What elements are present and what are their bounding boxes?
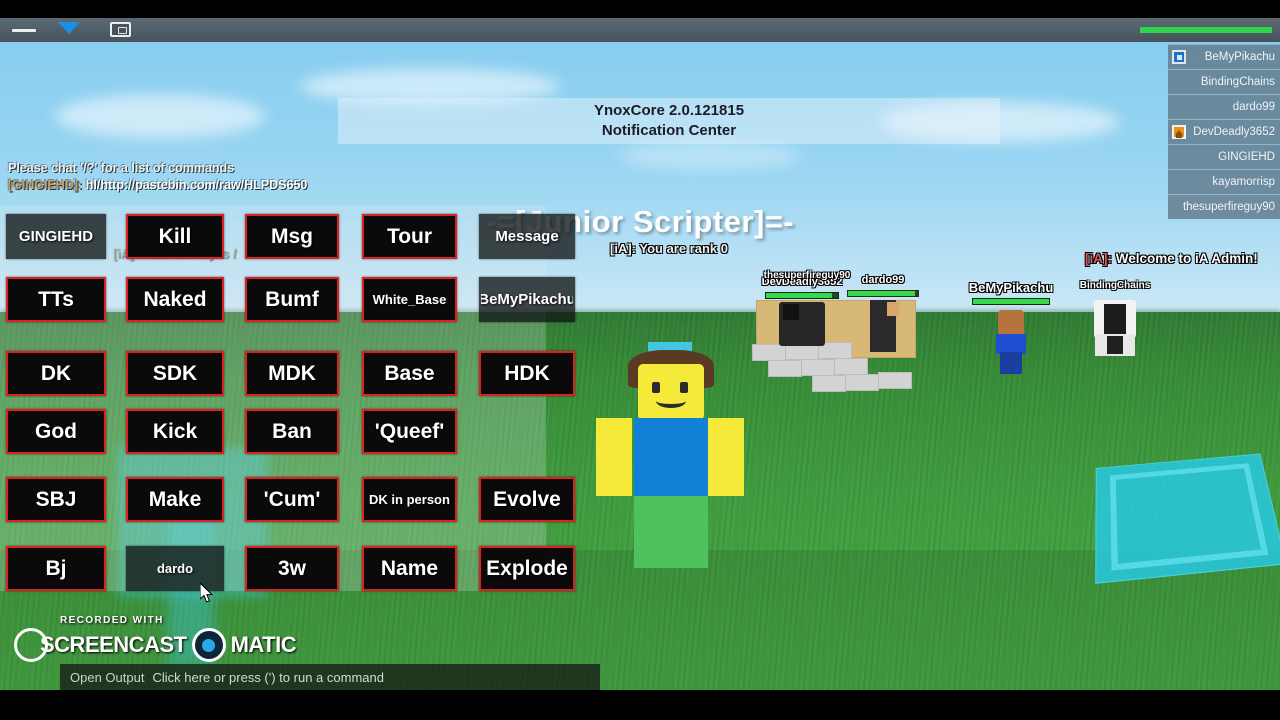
roblox-topbar <box>0 18 1280 42</box>
player-list-row[interactable]: GINGIEHD <box>1168 144 1280 169</box>
arm-right <box>708 418 744 496</box>
admin-button-name[interactable]: Name <box>362 546 457 591</box>
eye-right <box>680 382 688 393</box>
admin-button-cum[interactable]: 'Cum' <box>245 477 339 522</box>
player-list-row[interactable]: BindingChains <box>1168 69 1280 94</box>
player-name: DevDeadly3652 <box>1193 126 1275 138</box>
admin-button-msg[interactable]: Msg <box>245 214 339 259</box>
player-list-row[interactable]: DevDeadly3652 <box>1168 119 1280 144</box>
record-dot-icon <box>191 628 226 662</box>
health-bar-fill <box>1140 27 1272 33</box>
arm-left <box>596 418 632 496</box>
player-name: BindingChains <box>1200 76 1275 88</box>
avatar-torso <box>634 418 708 496</box>
admin-button-queef[interactable]: 'Queef' <box>362 409 457 454</box>
admin-button-evolve[interactable]: Evolve <box>479 477 575 522</box>
notification-center: YnoxCore 2.0.121815 Notification Center <box>338 98 1000 144</box>
camera-icon[interactable] <box>110 22 131 37</box>
membership-badge-icon <box>1172 50 1186 64</box>
circle-icon <box>14 628 48 662</box>
welcome-text: Welcome to iA Admin! <box>1112 251 1258 266</box>
admin-button-make[interactable]: Make <box>126 477 224 522</box>
mouth-smile <box>656 394 686 408</box>
health-bar-topbar <box>1140 27 1272 33</box>
admin-button-3w[interactable]: 3w <box>245 546 339 591</box>
admin-button-message[interactable]: Message <box>479 214 575 259</box>
admin-button-explode[interactable]: Explode <box>479 546 575 591</box>
player-name: dardo99 <box>1232 101 1275 113</box>
letterbox-bottom <box>0 690 1280 720</box>
welcome-tag: [iA]: <box>1085 251 1112 266</box>
admin-button-naked[interactable]: Naked <box>126 277 224 322</box>
player-list-row[interactable]: thesuperfireguy90 <box>1168 194 1280 219</box>
avatar-name: dardo99 <box>861 274 905 286</box>
admin-button-kill[interactable]: Kill <box>126 214 224 259</box>
admin-button-ban[interactable]: Ban <box>245 409 339 454</box>
command-bar-hint: Click here or press (') to run a command <box>152 669 384 685</box>
health-bar <box>765 292 839 299</box>
admin-button-tour[interactable]: Tour <box>362 214 457 259</box>
notification-title: YnoxCore 2.0.121815 <box>593 102 745 119</box>
world-welcome-message: [iA]: Welcome to iA Admin! <box>1085 251 1258 266</box>
player-list: BeMyPikachu BindingChains dardo99 DevDeadly… <box>1168 44 1280 219</box>
player-name: kayamorrisp <box>1212 176 1275 188</box>
health-bar <box>972 298 1050 305</box>
eye-left <box>652 382 660 393</box>
rank-badge-icon <box>1172 125 1186 139</box>
mouse-cursor <box>200 583 214 603</box>
watermark-word-two: MATIC <box>230 632 297 657</box>
admin-button-bj[interactable]: Bj <box>6 546 106 591</box>
rubble-bricks <box>752 342 922 394</box>
chevron-down-icon[interactable] <box>58 22 80 34</box>
avatar-player-character[interactable] <box>596 342 746 572</box>
cyan-block-right <box>1095 453 1280 584</box>
avatar-name: thesuperfireguy90 <box>763 270 851 281</box>
admin-button-kick[interactable]: Kick <box>126 409 224 454</box>
admin-button-gingiehd[interactable]: GINGIEHD <box>6 214 106 259</box>
chat-message: hl/http://pastebin.com/raw/HLPDS650 <box>85 178 308 192</box>
admin-panel-overlay <box>0 206 546 591</box>
admin-button-god[interactable]: God <box>6 409 106 454</box>
avatar-name: BindingChains <box>1079 280 1151 291</box>
avatar-name: BeMyPikachu <box>968 280 1054 295</box>
admin-button-hdk[interactable]: HDK <box>479 351 575 396</box>
chat-username: [GINGIEHD]: <box>8 178 83 192</box>
letterbox-top <box>0 0 1280 18</box>
admin-button-sbj[interactable]: SBJ <box>6 477 106 522</box>
recorded-with-label: RECORDED WITH <box>60 615 164 626</box>
player-name: thesuperfireguy90 <box>1182 201 1275 213</box>
admin-button-white-base[interactable]: White_Base <box>362 277 457 322</box>
admin-button-dk-in-person[interactable]: DK in person <box>362 477 457 522</box>
open-output-label[interactable]: Open Output <box>70 670 144 685</box>
player-name: GINGIEHD <box>1218 151 1275 163</box>
admin-button-mdk[interactable]: MDK <box>245 351 339 396</box>
notification-subtitle: Notification Center <box>601 122 737 139</box>
hamburger-menu-icon[interactable] <box>12 29 36 32</box>
watermark-word-one: SCREENCAST <box>40 632 187 657</box>
command-bar[interactable]: Open Output Click here or press (') to r… <box>60 664 600 690</box>
admin-button-dk[interactable]: DK <box>6 351 106 396</box>
player-name: BeMyPikachu <box>1204 51 1275 63</box>
avatar-legs <box>634 496 708 568</box>
avatar-head <box>638 364 704 420</box>
cloud <box>620 142 800 170</box>
chat-log: Please chat '/?' for a list of commands … <box>8 160 568 194</box>
player-list-row[interactable]: BeMyPikachu <box>1168 44 1280 69</box>
chat-line-system: Please chat '/?' for a list of commands <box>8 161 235 175</box>
cloud <box>55 94 265 138</box>
admin-button-bemypikachu[interactable]: BeMyPikachu <box>479 277 575 322</box>
player-list-row[interactable]: kayamorrisp <box>1168 169 1280 194</box>
admin-button-tts[interactable]: TTs <box>6 277 106 322</box>
admin-button-bumf[interactable]: Bumf <box>245 277 339 322</box>
screencast-o-matic-watermark: RECORDED WITH SCREENCAST MATIC <box>14 615 297 662</box>
admin-button-sdk[interactable]: SDK <box>126 351 224 396</box>
world-rank-message: [iA]: You are rank 0 <box>610 241 728 256</box>
player-list-row[interactable]: dardo99 <box>1168 94 1280 119</box>
chat-line-player: [GINGIEHD]: hl/http://pastebin.com/raw/H… <box>8 177 568 194</box>
game-screen: DevDeadly3652 dardo99 thesuperfireguy90 … <box>0 0 1280 720</box>
admin-button-base[interactable]: Base <box>362 351 457 396</box>
health-bar <box>847 290 919 297</box>
